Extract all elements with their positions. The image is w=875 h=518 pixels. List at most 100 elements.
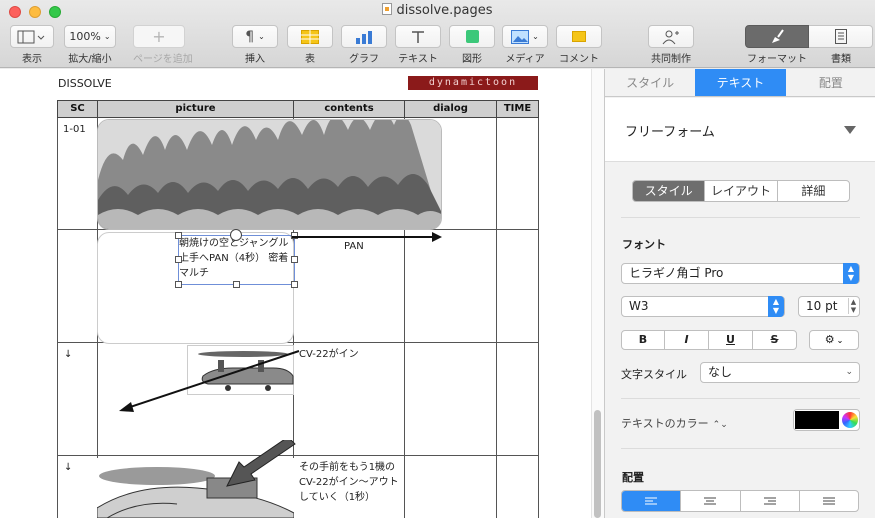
- zoom-select[interactable]: 100% ⌄ 拡大/縮小: [64, 25, 116, 65]
- document-button[interactable]: [809, 25, 873, 48]
- view-button[interactable]: 表示: [10, 25, 54, 65]
- inspector-toggle[interactable]: フォーマット 書類: [745, 25, 873, 65]
- table-row-sc: ↓: [64, 349, 73, 360]
- paragraph-style-select[interactable]: フリーフォーム: [605, 98, 875, 162]
- color-wheel-icon[interactable]: [842, 412, 858, 428]
- add-page-button[interactable]: + ページを追加: [133, 25, 193, 65]
- font-section-label: フォント: [622, 238, 666, 251]
- divider: [621, 448, 860, 449]
- table-border: [57, 118, 58, 518]
- updown-chevron-icon: ⌃⌄: [712, 420, 728, 430]
- align-left-icon: [645, 497, 658, 504]
- jungle-picture[interactable]: [97, 119, 442, 230]
- resize-handle[interactable]: [291, 281, 298, 288]
- pages-window: dissolve.pages 表示 100% ⌄ 拡大/縮小 + ページを追加 ¶…: [0, 0, 875, 518]
- table-row-contents: CV-22がイン: [299, 349, 359, 360]
- resize-handle[interactable]: [233, 281, 240, 288]
- stepper-arrows-icon[interactable]: ▲ ▼: [848, 298, 858, 314]
- header-contents[interactable]: contents: [293, 100, 405, 118]
- format-button[interactable]: [745, 25, 809, 48]
- italic-button[interactable]: I: [664, 330, 709, 350]
- rotation-handle[interactable]: [230, 229, 242, 241]
- format-inspector: スタイル テキスト 配置 フリーフォーム スタイル レイアウト 詳細 フォント …: [604, 69, 875, 518]
- color-swatch: [795, 411, 839, 429]
- align-center-button[interactable]: [680, 491, 739, 511]
- direction-arrow[interactable]: [215, 440, 300, 495]
- text-options-button[interactable]: ⚙ ⌄: [809, 330, 859, 350]
- media-button[interactable]: ⌄ メディア: [502, 25, 548, 65]
- table-row-sc: ↓: [64, 462, 73, 473]
- align-right-button[interactable]: [739, 491, 799, 511]
- table-border: [496, 118, 497, 518]
- chart-button[interactable]: グラフ: [341, 25, 387, 65]
- selected-text-box[interactable]: 朝焼けの空とジャングル 上手へPAN（4秒） 密着マルチ: [178, 235, 295, 285]
- subtab-more[interactable]: 詳細: [776, 181, 849, 201]
- character-style-label: 文字スタイル: [621, 368, 687, 381]
- shape-icon: [465, 30, 479, 43]
- tab-style[interactable]: スタイル: [605, 69, 695, 96]
- align-center-icon: [704, 497, 717, 504]
- alignment-control[interactable]: [621, 490, 859, 512]
- chevron-down-icon: ⌄: [258, 32, 265, 41]
- divider: [621, 217, 860, 218]
- font-size-field[interactable]: 10 pt ▲ ▼: [798, 296, 860, 317]
- header-time[interactable]: TIME: [496, 100, 539, 118]
- comment-button[interactable]: コメント: [556, 25, 602, 65]
- table-icon: [301, 29, 319, 44]
- chevron-down-icon: ⌄: [836, 336, 844, 345]
- align-right-icon: [763, 497, 776, 504]
- table-row-sc: 1-01: [63, 124, 86, 135]
- resize-handle[interactable]: [291, 256, 298, 263]
- updown-arrows-icon: ▲ ▼: [843, 263, 859, 284]
- jungle-illustration: [98, 120, 441, 229]
- insert-button[interactable]: ¶ ⌄ 挿入: [232, 25, 278, 65]
- text-tool-icon: [412, 30, 424, 43]
- text-color-well[interactable]: [793, 409, 860, 431]
- chevron-down-icon: ⌄: [532, 32, 539, 41]
- sidebar-icon: [17, 30, 45, 43]
- bold-button[interactable]: B: [621, 330, 665, 350]
- resize-handle[interactable]: [175, 232, 182, 239]
- window-title: dissolve.pages: [0, 3, 875, 18]
- plus-icon: +: [152, 27, 166, 46]
- text-button[interactable]: テキスト: [395, 25, 441, 65]
- header-sc[interactable]: SC: [57, 100, 98, 118]
- strikethrough-button[interactable]: S: [752, 330, 797, 350]
- font-family-select[interactable]: ヒラギノ角ゴ Pro ▲ ▼: [621, 263, 860, 284]
- resize-handle[interactable]: [175, 281, 182, 288]
- pages-document-icon: [382, 3, 393, 15]
- text-color-label: テキストのカラー ⌃⌄: [621, 417, 728, 430]
- collaborate-button[interactable]: 共同制作: [648, 25, 694, 65]
- path-arrow[interactable]: [115, 348, 305, 414]
- gear-icon: ⚙: [824, 333, 835, 346]
- font-weight-select[interactable]: W3 ▲ ▼: [621, 296, 785, 317]
- alignment-label: 配置: [622, 471, 644, 484]
- table-border: [538, 118, 539, 518]
- character-style-select[interactable]: なし ⌄: [700, 362, 860, 383]
- header-picture[interactable]: picture: [97, 100, 294, 118]
- brand-logo: dynamictoon: [408, 76, 538, 90]
- divider: [621, 398, 860, 399]
- pilcrow-icon: ¶: [245, 28, 255, 45]
- shape-button[interactable]: 図形: [449, 25, 495, 65]
- align-justify-button[interactable]: [798, 491, 858, 511]
- chevron-down-icon: ⌄: [103, 32, 111, 41]
- tab-text[interactable]: テキスト: [695, 69, 786, 96]
- comment-icon: [572, 31, 586, 42]
- tab-arrange[interactable]: 配置: [786, 69, 875, 96]
- header-dialog[interactable]: dialog: [404, 100, 497, 118]
- pan-arrow[interactable]: [290, 230, 445, 244]
- paintbrush-icon: [772, 28, 784, 43]
- updown-arrows-icon: ▲ ▼: [768, 296, 784, 317]
- document-title: DISSOLVE: [58, 77, 112, 90]
- scrollbar-thumb[interactable]: [594, 410, 601, 518]
- triangle-down-icon: [844, 126, 856, 134]
- align-left-button[interactable]: [622, 491, 681, 511]
- subtab-layout[interactable]: レイアウト: [704, 181, 776, 201]
- subtab-style[interactable]: スタイル: [633, 181, 705, 201]
- underline-button[interactable]: U: [708, 330, 753, 350]
- table-row-contents: その手前をもう1機の CV-22がイン〜アウトしていく（1秒）: [299, 462, 399, 503]
- chevron-down-icon: ⌄: [845, 367, 853, 377]
- resize-handle[interactable]: [175, 256, 182, 263]
- table-button[interactable]: 表: [287, 25, 333, 65]
